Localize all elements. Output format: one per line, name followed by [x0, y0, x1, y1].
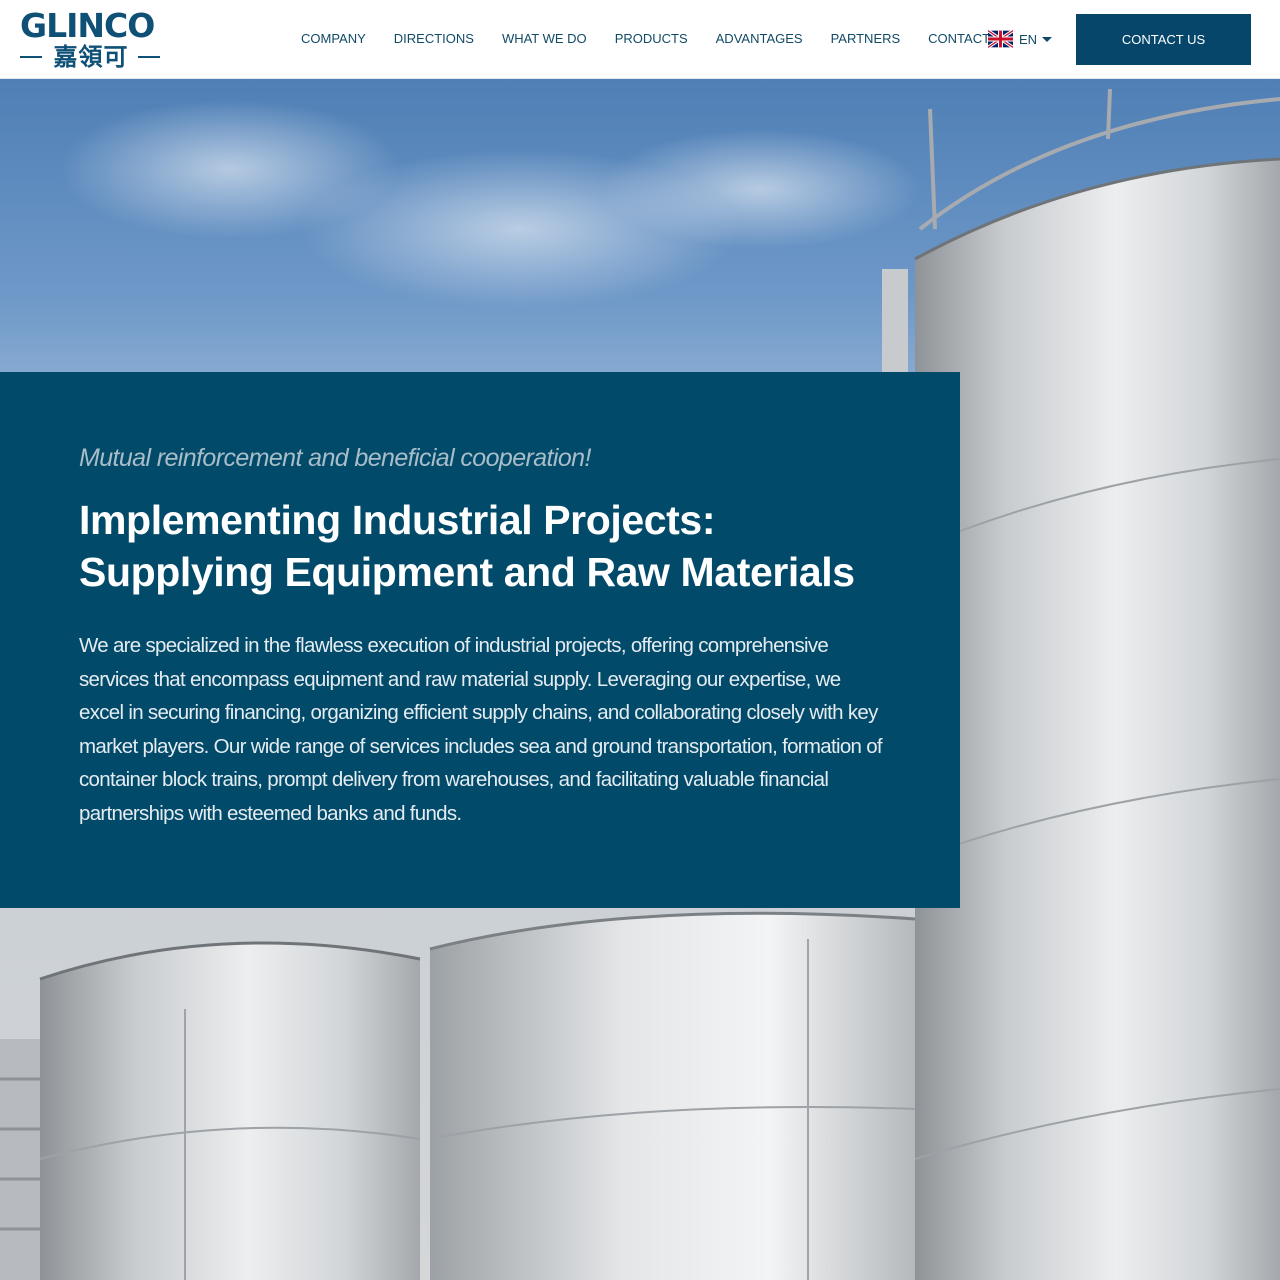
hero-headline: Implementing Industrial Projects: Supply… [79, 497, 855, 595]
uk-flag-icon [988, 30, 1013, 48]
site-header: GLINCO 嘉領可 COMPANY DIRECTIONS WHAT WE DO… [0, 0, 1280, 79]
hero-content-panel: Mutual reinforcement and beneficial coop… [0, 372, 960, 908]
nav-item-products[interactable]: PRODUCTS [615, 28, 688, 50]
main-nav: COMPANY DIRECTIONS WHAT WE DO PRODUCTS A… [301, 28, 1027, 50]
hero-tagline: Mutual reinforcement and beneficial coop… [79, 444, 591, 472]
contact-us-button[interactable]: CONTACT US [1076, 14, 1251, 65]
language-selector[interactable]: EN [988, 29, 1053, 49]
logo-divider-right [138, 56, 160, 58]
logo-cjk-text: 嘉領可 [53, 43, 129, 71]
nav-item-advantages[interactable]: ADVANTAGES [716, 28, 803, 50]
language-label: EN [1019, 31, 1038, 47]
hero-description: We are specialized in the flawless execu… [79, 634, 883, 825]
chevron-down-icon [1042, 36, 1053, 42]
nav-item-company[interactable]: COMPANY [301, 28, 366, 50]
nav-item-directions[interactable]: DIRECTIONS [394, 28, 474, 50]
nav-item-what-we-do[interactable]: WHAT WE DO [502, 28, 587, 50]
nav-item-partners[interactable]: PARTNERS [831, 28, 901, 50]
logo-divider-left [20, 56, 42, 58]
logo[interactable]: GLINCO 嘉領可 [20, 8, 165, 72]
logo-wordmark: GLINCO [20, 6, 155, 45]
logo-cjk-row: 嘉領可 [20, 43, 162, 71]
